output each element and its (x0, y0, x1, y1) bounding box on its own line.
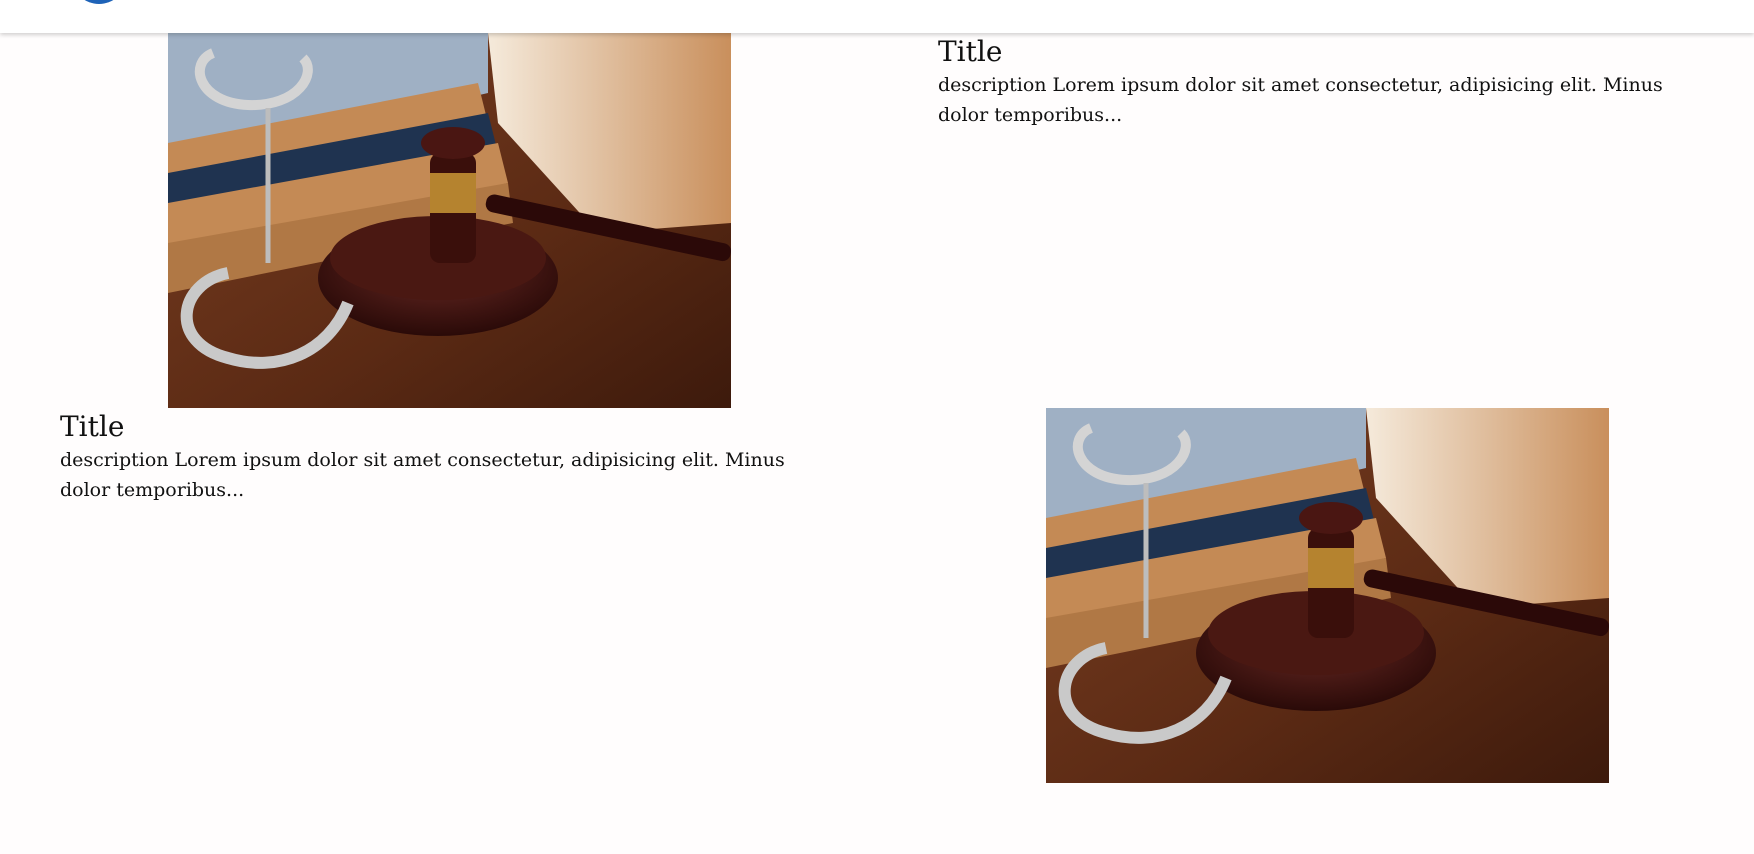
card-description: description Lorem ipsum dolor sit amet c… (938, 74, 1663, 126)
card-text: Title description Lorem ipsum dolor sit … (938, 34, 1698, 130)
card-image (1046, 408, 1609, 783)
card-image (168, 33, 731, 408)
gavel-books-handcuffs-image (168, 33, 731, 408)
card-text: Title description Lorem ipsum dolor sit … (60, 409, 820, 505)
card-title: Title (938, 35, 1003, 68)
logo-icon[interactable] (73, 0, 125, 4)
top-navbar (0, 0, 1754, 33)
card-description: description Lorem ipsum dolor sit amet c… (60, 449, 785, 501)
gavel-books-handcuffs-image (1046, 408, 1609, 783)
card-title: Title (60, 410, 125, 443)
